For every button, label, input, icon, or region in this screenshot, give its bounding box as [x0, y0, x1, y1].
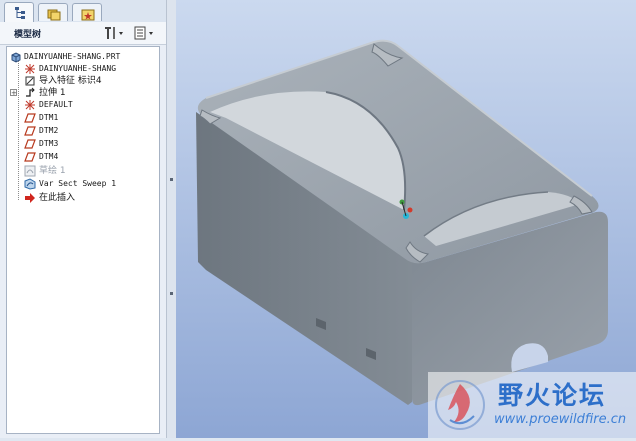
forum-logo-icon: [435, 380, 485, 430]
tree-item-label: Var Sect Sweep 1: [39, 179, 117, 188]
panel-title: 模型树: [14, 30, 42, 40]
favorites-folder-icon: [81, 9, 95, 21]
tree-item-root[interactable]: DAINYUANHE-SHANG.PRT: [7, 51, 161, 63]
watermark-title: 野火论坛: [498, 381, 607, 410]
tree-item-var-sect-sweep[interactable]: Var Sect Sweep 1: [7, 178, 161, 190]
tree-item-import-feature[interactable]: 导入特征 标识4: [7, 75, 161, 87]
panel-splitter[interactable]: [166, 0, 176, 438]
tree-item-dtm4[interactable]: DTM4: [7, 151, 161, 163]
tree-item-label: 在此插入: [39, 193, 76, 203]
datum-plane-icon: [24, 152, 36, 162]
watermark: 野火论坛 www.proewildfire.cn: [428, 372, 636, 438]
tree-item-label: DTM3: [39, 139, 59, 148]
tree-item-label: DTM2: [39, 126, 59, 135]
tree-item-dtm1[interactable]: DTM1: [7, 112, 161, 124]
tree-item-csys-named[interactable]: DAINYUANHE-SHANG: [7, 63, 161, 75]
tree-item-extrude[interactable]: + 拉伸 1: [7, 87, 161, 99]
sweep-icon: [24, 178, 36, 190]
insert-here-arrow-icon: [25, 193, 35, 203]
datum-plane-icon: [24, 126, 36, 136]
model-tree-icon: [15, 7, 25, 19]
extrude-icon: [26, 87, 35, 97]
datum-plane-icon: [24, 139, 36, 149]
tree-item-label: DAINYUANHE-SHANG: [39, 64, 117, 73]
tree-item-label: DTM4: [39, 152, 59, 161]
tree-item-label: 草绘 1: [39, 166, 66, 176]
tab-favorites[interactable]: [72, 3, 102, 21]
tree-item-insert-here[interactable]: 在此插入: [7, 192, 161, 204]
splitter-grip-icon: [170, 292, 173, 295]
tree-item-label: DTM1: [39, 113, 59, 122]
tree-item-sketch[interactable]: 草绘 1: [7, 165, 161, 177]
model-tree-toolbar: 模型树: [0, 22, 166, 45]
model-tree: DAINYUANHE-SHANG.PRT DAINYUANHE-SHANG 导入…: [6, 46, 160, 434]
import-feature-icon: [25, 76, 35, 86]
tree-item-default-csys[interactable]: DEFAULT: [7, 99, 161, 111]
expand-toggle[interactable]: +: [10, 89, 17, 97]
sketch-icon: [24, 165, 36, 177]
tree-item-label: DAINYUANHE-SHANG.PRT: [24, 52, 121, 61]
splitter-grip-icon: [170, 178, 173, 181]
tree-item-dtm3[interactable]: DTM3: [7, 138, 161, 150]
coordinate-system-icon: [25, 100, 35, 110]
folder-browser-icon: [47, 9, 61, 21]
tree-item-label: 拉伸 1: [39, 88, 66, 98]
watermark-url: www.proewildfire.cn: [494, 412, 627, 427]
part-icon: [11, 52, 21, 63]
list-view-icon: [134, 26, 153, 40]
graphics-viewport[interactable]: 野火论坛 www.proewildfire.cn: [176, 0, 636, 438]
tab-folder-browser[interactable]: [38, 3, 68, 21]
tree-item-dtm2[interactable]: DTM2: [7, 125, 161, 137]
coordinate-system-icon: [25, 64, 35, 74]
tree-item-label: DEFAULT: [39, 100, 73, 109]
tab-model-tree[interactable]: [4, 2, 34, 22]
navigator-tabs: [0, 0, 166, 22]
settings-button[interactable]: [102, 25, 126, 41]
settings-tools-icon: [105, 27, 123, 39]
datum-plane-icon: [24, 113, 36, 123]
navigator-panel: 模型树 DAINYUANHE-SHANG.PRT DAINYUANHE-SHAN…: [0, 0, 166, 438]
show-button[interactable]: [132, 25, 156, 41]
tree-item-label: 导入特征 标识4: [39, 76, 102, 86]
